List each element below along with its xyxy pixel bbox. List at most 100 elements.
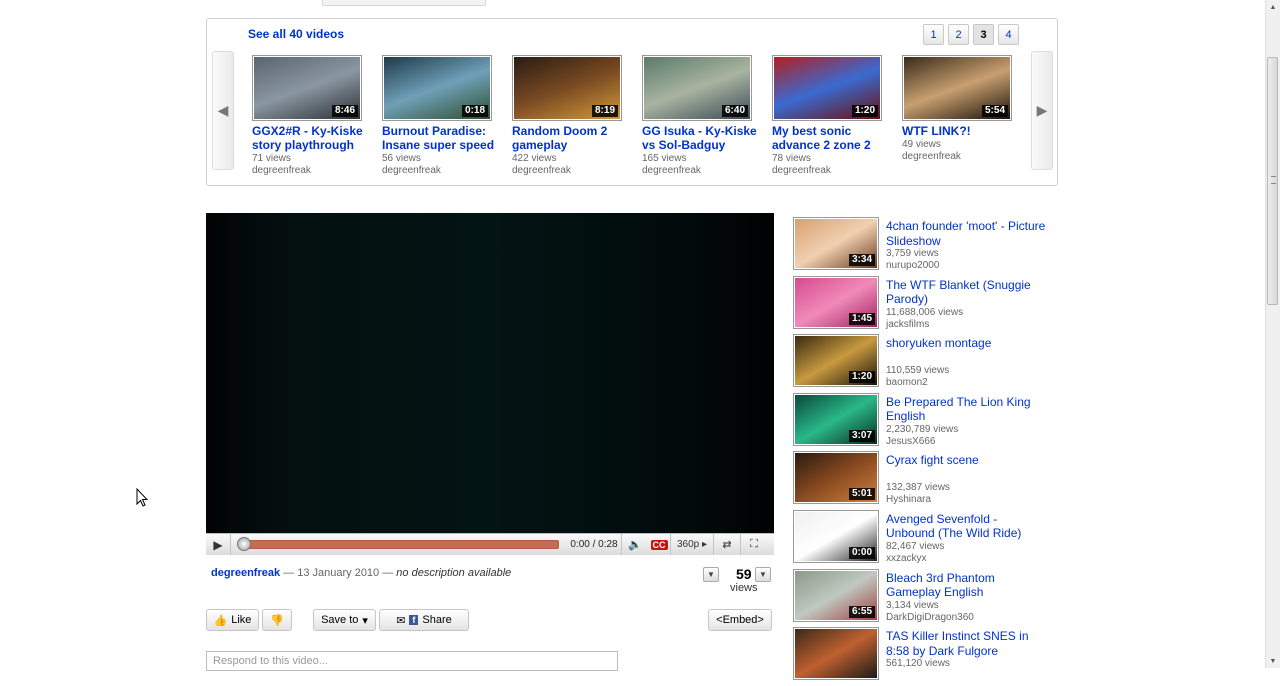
video-uploader: degreenfreak: [512, 165, 571, 176]
scroll-down-icon[interactable]: ▼: [1266, 654, 1280, 668]
video-thumbnail[interactable]: 8:19: [512, 55, 622, 121]
playlist-item[interactable]: 5:54 WTF LINK?! 49 views degreenfreak: [902, 55, 1032, 177]
related-views: 2,230,789 views: [886, 423, 959, 435]
save-to-button[interactable]: Save to ▾: [313, 609, 376, 631]
video-duration: 8:19: [591, 105, 618, 117]
playlist-item[interactable]: 6:40 GG Isuka - Ky-Kiske vs Sol-Badguy 165…: [642, 55, 772, 177]
related-video-item[interactable]: TAS Killer Instinct SNES in 8:58 by Dark…: [793, 627, 1053, 686]
like-button[interactable]: 👍 Like: [206, 609, 259, 631]
separator: —: [382, 567, 397, 579]
related-thumbnail[interactable]: 0:00: [793, 509, 879, 563]
scroll-right-button[interactable]: ▶: [1031, 51, 1053, 170]
related-text: Bleach 3rd Phantom Gameplay English 3,134…: [886, 571, 1046, 624]
related-text: Be Prepared The Lion King English 2,230,7…: [886, 395, 1046, 448]
respond-input[interactable]: Respond to this video...: [206, 651, 618, 671]
playlist-item[interactable]: 1:20 My best sonic advance 2 zone 2 78 vie…: [772, 55, 902, 177]
dislike-button[interactable]: 👎: [262, 609, 292, 631]
share-button[interactable]: ✉ f Share: [379, 609, 469, 631]
page-button-3[interactable]: 3: [973, 24, 994, 45]
uploader-link[interactable]: degreenfreak: [211, 567, 280, 579]
related-title-link[interactable]: TAS Killer Instinct SNES in 8:58 by Dark…: [886, 629, 1046, 658]
video-thumbnail[interactable]: 6:40: [642, 55, 752, 121]
related-text: Avenged Sevenfold - Unbound (The Wild Ri…: [886, 512, 1046, 565]
related-title-link[interactable]: Be Prepared The Lion King English: [886, 395, 1046, 424]
video-thumbnail[interactable]: 8:46: [252, 55, 362, 121]
related-thumbnail[interactable]: 3:07: [793, 392, 879, 446]
video-surface[interactable]: [206, 213, 774, 533]
video-title-link[interactable]: WTF LINK?!: [902, 124, 1032, 138]
related-video-item[interactable]: 5:01 Cyrax fight scene 132,387 views Hyshin…: [793, 451, 1053, 510]
related-title-link[interactable]: Cyrax fight scene: [886, 453, 1046, 482]
scroll-left-button[interactable]: ◀: [212, 51, 234, 170]
video-thumbnail[interactable]: 0:18: [382, 55, 492, 121]
related-video-item[interactable]: 1:45 The WTF Blanket (Snuggie Parody) 11,6…: [793, 275, 1053, 335]
see-all-videos-link[interactable]: See all 40 videos: [248, 27, 344, 41]
related-views: 11,688,006 views: [886, 306, 964, 318]
play-button[interactable]: ▶: [206, 534, 231, 555]
related-thumbnail[interactable]: 5:01: [793, 451, 879, 505]
playlist-item[interactable]: 8:19 Random Doom 2 gameplay 422 views degre…: [512, 55, 642, 177]
expand-info-button[interactable]: ▼: [703, 567, 719, 582]
video-title-link[interactable]: Burnout Paradise: Insane super speed: [382, 124, 512, 152]
chevron-down-icon: ▼: [707, 570, 715, 579]
related-views: 82,467 views: [886, 540, 945, 552]
related-title-link[interactable]: The WTF Blanket (Snuggie Parody): [886, 278, 1046, 307]
video-title-link[interactable]: GG Isuka - Ky-Kiske vs Sol-Badguy: [642, 124, 772, 152]
video-player[interactable]: ▶ 0:00 / 0:28 🔈 CC 360p ▸ ⇄ ⛶: [206, 213, 774, 555]
video-thumbnail[interactable]: 1:20: [772, 55, 882, 121]
page-button-1[interactable]: 1: [923, 24, 944, 45]
related-video-item[interactable]: 6:55 Bleach 3rd Phantom Gameplay English 3…: [793, 568, 1053, 628]
captions-button[interactable]: CC: [648, 534, 670, 555]
scrollbar-thumb[interactable]: [1267, 57, 1278, 305]
related-thumbnail[interactable]: 3:34: [793, 217, 879, 270]
related-text: The WTF Blanket (Snuggie Parody) 11,688,0…: [886, 278, 1046, 331]
related-thumbnail[interactable]: 1:20: [793, 334, 879, 388]
video-duration: 1:20: [848, 371, 875, 384]
scroll-up-icon[interactable]: ▲: [1266, 0, 1280, 14]
video-thumbnail[interactable]: 5:54: [902, 55, 1012, 121]
progress-bar[interactable]: [236, 537, 559, 551]
loop-icon: ⇄: [722, 539, 732, 551]
related-video-item[interactable]: 1:20 shoryuken montage 110,559 views baomon…: [793, 334, 1053, 393]
header-tab: [322, 0, 486, 6]
page-button-2[interactable]: 2: [948, 24, 969, 45]
related-views: 3,759 views: [886, 248, 939, 259]
related-title-link[interactable]: Bleach 3rd Phantom Gameplay English: [886, 571, 1046, 600]
upload-date: 13 January 2010: [297, 567, 380, 579]
playlist-item[interactable]: 8:46 GGX2#R - Ky-Kiske story playthrough 7…: [252, 55, 382, 177]
related-title-link[interactable]: shoryuken montage: [886, 336, 1046, 365]
related-thumbnail[interactable]: 1:45: [793, 275, 879, 329]
related-text: shoryuken montage 110,559 views baomon2: [886, 336, 1046, 389]
like-label: Like: [231, 614, 252, 626]
stats-expand-button[interactable]: ▼: [755, 567, 771, 582]
share-label: Share: [422, 614, 452, 626]
related-video-item[interactable]: 3:07 Be Prepared The Lion King English 2,2…: [793, 392, 1053, 452]
related-video-item[interactable]: 0:00 Avenged Sevenfold - Unbound (The Wil…: [793, 509, 1053, 569]
fullscreen-icon: ⛶: [750, 538, 758, 550]
volume-button[interactable]: 🔈: [621, 534, 648, 555]
view-count-number: 59: [735, 566, 752, 582]
progress-scrubber[interactable]: [236, 537, 251, 551]
playlist-item[interactable]: 0:18 Burnout Paradise: Insane super speed…: [382, 55, 512, 177]
related-thumbnail[interactable]: 6:55: [793, 568, 879, 622]
video-duration: 3:07: [848, 429, 875, 442]
loop-button[interactable]: ⇄: [713, 534, 740, 555]
video-title-link[interactable]: My best sonic advance 2 zone 2: [772, 124, 902, 152]
dropdown-arrow-icon: ▸: [702, 539, 708, 550]
page-button-4[interactable]: 4: [998, 24, 1019, 45]
video-views: 422 views: [512, 153, 557, 164]
related-text: TAS Killer Instinct SNES in 8:58 by Dark…: [886, 629, 1046, 670]
video-views: 49 views: [902, 139, 941, 150]
fullscreen-button[interactable]: ⛶: [740, 534, 767, 555]
video-title-link[interactable]: GGX2#R - Ky-Kiske story playthrough: [252, 124, 382, 152]
related-views: 3,134 views: [886, 599, 939, 611]
related-video-item[interactable]: 3:34 4chan founder 'moot' - Picture Slide…: [793, 217, 1053, 276]
video-title-link[interactable]: Random Doom 2 gameplay: [512, 124, 642, 152]
page-scrollbar[interactable]: ▲ ▼: [1265, 0, 1280, 668]
quality-button[interactable]: 360p ▸: [670, 534, 713, 555]
embed-button[interactable]: <Embed>: [708, 609, 772, 631]
related-title-link[interactable]: Avenged Sevenfold - Unbound (The Wild Ri…: [886, 512, 1046, 541]
related-thumbnail[interactable]: [793, 627, 879, 681]
cc-icon: CC: [650, 539, 668, 550]
related-title-link[interactable]: 4chan founder 'moot' - Picture Slideshow: [886, 219, 1046, 248]
